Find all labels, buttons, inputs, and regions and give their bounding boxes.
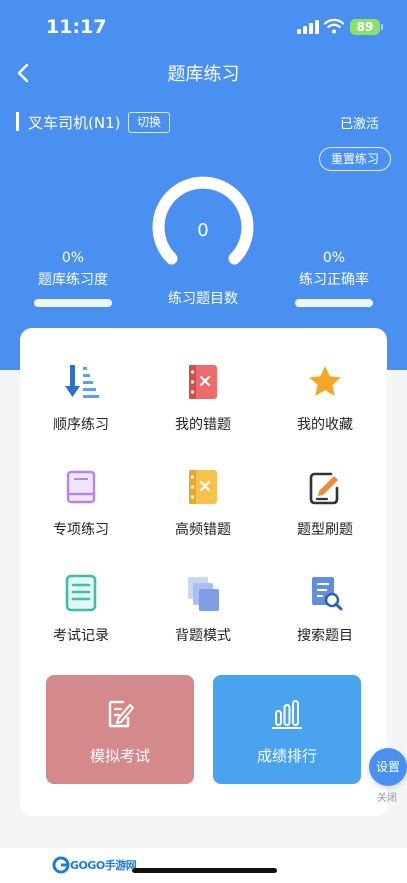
edit-icon: [305, 467, 345, 507]
recite-mode-button[interactable]: 背题模式: [148, 573, 258, 651]
book-icon: [61, 467, 101, 507]
ranking-button[interactable]: 成绩排行: [213, 675, 361, 784]
exam-record-label: 考试记录: [53, 628, 109, 644]
status-bar: 11:17: [0, 0, 407, 50]
status-time: 11:17: [46, 16, 107, 38]
home-indicator: [132, 868, 277, 873]
accuracy-bar: [295, 299, 373, 307]
frequent-wrong-label: 高频错题: [175, 522, 231, 538]
accuracy-stat: 0% 练习正确率: [274, 250, 394, 307]
my-wrong-questions-button[interactable]: 我的错题: [148, 362, 258, 440]
settings-button[interactable]: 设置: [369, 748, 407, 786]
vehicle-name: 叉车司机(N1): [28, 114, 121, 132]
wifi-icon: [324, 18, 344, 34]
mock-exam-button[interactable]: 模拟考试: [46, 675, 194, 784]
sequence-practice-button[interactable]: 顺序练习: [26, 362, 136, 440]
sequence-practice-label: 顺序练习: [53, 417, 109, 433]
bar-chart-icon: [272, 700, 302, 729]
frequent-wrong-button[interactable]: 高频错题: [148, 467, 258, 545]
bank-progress-bar: [34, 299, 112, 307]
page-title: 题库练习: [167, 64, 240, 85]
sequence-icon: [61, 362, 101, 402]
gauge-value: 0: [197, 220, 209, 241]
bank-progress-stat: 0% 题库练习度: [13, 250, 133, 307]
switch-button[interactable]: 切换: [128, 112, 170, 133]
vehicle-indicator: [16, 112, 19, 131]
search-doc-icon: [305, 573, 345, 613]
reset-practice-button[interactable]: 重置练习: [319, 147, 391, 171]
my-favorites-label: 我的收藏: [297, 417, 353, 433]
battery-tip: [381, 24, 383, 30]
wrong-notebook-icon: [183, 362, 223, 402]
cards-icon: [183, 573, 223, 613]
star-icon: [305, 362, 345, 402]
bank-progress-percent: 0%: [61, 250, 85, 266]
activation-status: 已激活: [340, 117, 380, 132]
special-practice-button[interactable]: 专项练习: [26, 467, 136, 545]
my-wrong-questions-label: 我的错题: [175, 417, 231, 433]
exam-record-button[interactable]: 考试记录: [26, 573, 136, 651]
recite-mode-label: 背题模式: [175, 628, 231, 644]
ranking-label: 成绩排行: [256, 747, 317, 765]
question-type-button[interactable]: 题型刷题: [270, 467, 380, 545]
my-favorites-button[interactable]: 我的收藏: [270, 362, 380, 440]
signal-icon: [297, 20, 319, 34]
special-practice-label: 专项练习: [53, 522, 109, 538]
exam-edit-icon: [108, 700, 134, 728]
bank-progress-label: 题库练习度: [38, 272, 108, 288]
mock-exam-label: 模拟考试: [89, 747, 150, 765]
record-icon: [61, 573, 101, 613]
frequent-wrong-icon: [183, 467, 223, 507]
accuracy-percent: 0%: [322, 250, 346, 266]
accuracy-label: 练习正确率: [299, 272, 369, 288]
footer-logo-text: GOGO手游网: [70, 859, 137, 872]
battery-icon: 89: [350, 19, 380, 35]
close-button[interactable]: 关闭: [377, 789, 397, 804]
search-questions-label: 搜索题目: [297, 628, 353, 644]
search-questions-button[interactable]: 搜索题目: [270, 573, 380, 651]
question-type-label: 题型刷题: [297, 522, 353, 538]
gauge-label: 练习题目数: [168, 291, 238, 307]
